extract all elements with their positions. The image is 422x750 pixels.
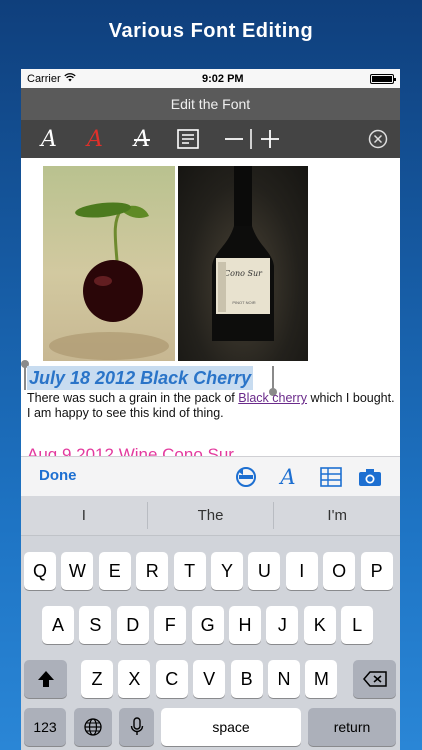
plus-icon[interactable] [259, 120, 281, 158]
minus-icon[interactable] [224, 120, 244, 158]
phone-screen: Carrier 9:02 PM Edit the Font A A A Cono… [21, 69, 400, 750]
shift-key[interactable] [24, 660, 67, 698]
undo-icon[interactable] [233, 465, 259, 489]
key-m[interactable]: M [305, 660, 338, 698]
key-z[interactable]: Z [81, 660, 113, 698]
key-k[interactable]: K [303, 606, 336, 644]
selection-bar-start [24, 366, 26, 390]
key-y[interactable]: Y [211, 552, 243, 590]
font-icon[interactable]: A [275, 465, 301, 489]
key-u[interactable]: U [248, 552, 281, 590]
key-w[interactable]: W [61, 552, 94, 590]
key-g[interactable]: G [191, 606, 224, 644]
prediction-1[interactable]: I [21, 496, 147, 535]
key-x[interactable]: X [118, 660, 151, 698]
second-heading[interactable]: Aug 9 2012 Wine Cono Sur [27, 445, 234, 456]
key-b[interactable]: B [230, 660, 263, 698]
key-r[interactable]: R [136, 552, 169, 590]
wine-photo: Cono Sur PINOT NOIR [178, 166, 308, 361]
promo-title: Various Font Editing [108, 20, 314, 42]
font-toolbar: A A A [21, 120, 400, 158]
predictive-bar: I The I'm [21, 496, 400, 536]
key-v[interactable]: V [193, 660, 226, 698]
key-n[interactable]: N [268, 660, 300, 698]
key-p[interactable]: P [360, 552, 393, 590]
key-o[interactable]: O [323, 552, 356, 590]
wifi-icon [63, 72, 76, 85]
font-color-icon[interactable]: A [83, 120, 107, 158]
align-icon[interactable] [176, 120, 200, 158]
return-key[interactable]: return [308, 708, 396, 746]
key-f[interactable]: F [154, 606, 187, 644]
selection-bar-end [272, 366, 274, 390]
keyboard: I The I'm QWERTYUIOP ASDFGHJKL ZXCVBNM 1… [21, 496, 400, 750]
camera-icon[interactable] [357, 465, 383, 489]
key-l[interactable]: L [341, 606, 374, 644]
close-icon[interactable] [367, 120, 389, 158]
battery-icon [369, 73, 396, 84]
key-i[interactable]: I [285, 552, 318, 590]
prediction-2[interactable]: The [148, 496, 274, 535]
black-cherry-link[interactable]: Black cherry [238, 391, 307, 405]
body-text-start: There was such a grain in the pack of [27, 391, 239, 405]
svg-text:Cono Sur: Cono Sur [224, 269, 263, 278]
body-paragraph[interactable]: There was such a grain in the pack of Bl… [27, 391, 399, 421]
key-e[interactable]: E [98, 552, 131, 590]
key-q[interactable]: Q [24, 552, 56, 590]
done-button[interactable]: Done [39, 467, 77, 484]
key-a[interactable]: A [42, 606, 74, 644]
navbar-title: Edit the Font [21, 88, 400, 120]
status-time: 9:02 PM [202, 72, 244, 85]
status-bar: Carrier 9:02 PM [21, 69, 400, 88]
keyboard-accessory-bar: Done A [21, 456, 400, 496]
space-key[interactable]: space [161, 708, 301, 746]
microphone-key[interactable] [119, 708, 154, 746]
numbers-key[interactable]: 123 [24, 708, 66, 746]
text-editor[interactable]: Cono Sur PINOT NOIR July 18 2012 Black C… [21, 158, 400, 456]
key-j[interactable]: J [266, 606, 299, 644]
divider [248, 120, 254, 158]
key-t[interactable]: T [173, 552, 206, 590]
selected-heading[interactable]: July 18 2012 Black Cherry [27, 366, 254, 390]
key-d[interactable]: D [116, 606, 149, 644]
backspace-key[interactable] [353, 660, 396, 698]
key-h[interactable]: H [229, 606, 261, 644]
key-c[interactable]: C [155, 660, 188, 698]
cherry-photo [43, 166, 175, 361]
font-strike-icon[interactable]: A [129, 120, 155, 158]
svg-text:PINOT NOIR: PINOT NOIR [232, 300, 255, 305]
key-s[interactable]: S [79, 606, 112, 644]
font-style-icon[interactable]: A [37, 120, 61, 158]
prediction-3[interactable]: I'm [274, 496, 400, 535]
carrier-label: Carrier [27, 72, 61, 85]
table-icon[interactable] [318, 465, 344, 489]
globe-key[interactable] [74, 708, 112, 746]
